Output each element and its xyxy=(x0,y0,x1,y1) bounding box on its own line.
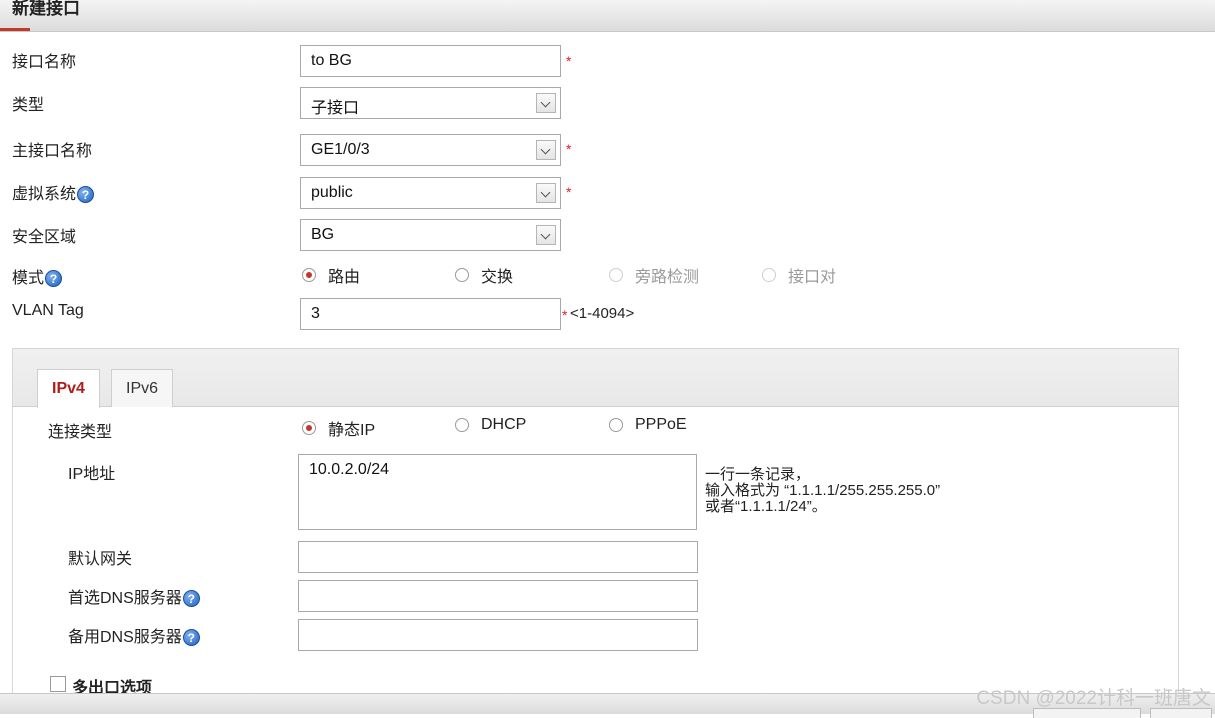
mode-option-bypass: 旁路检测 xyxy=(609,263,699,287)
parent-interface-required: * xyxy=(566,141,572,157)
mode-option-label: 旁路检测 xyxy=(635,269,700,286)
mode-option-switch[interactable]: 交换 xyxy=(455,263,513,287)
ip-address-label: IP地址 xyxy=(68,466,116,483)
conn-option-label: PPPoE xyxy=(635,416,687,433)
mode-option-label: 交换 xyxy=(481,269,514,286)
vsys-select[interactable]: public xyxy=(300,177,561,209)
vlan-tag-label: VLAN Tag xyxy=(12,302,84,319)
connection-type-label: 连接类型 xyxy=(48,424,113,441)
interface-name-input[interactable] xyxy=(300,45,561,77)
type-select-value: 子接口 xyxy=(311,100,360,117)
mode-option-label: 接口对 xyxy=(788,269,837,286)
primary-dns-input[interactable] xyxy=(298,580,698,612)
ip-address-textarea[interactable]: 10.0.2.0/24 xyxy=(298,454,697,530)
security-zone-label: 安全区域 xyxy=(12,229,77,246)
help-icon[interactable]: ? xyxy=(182,629,200,647)
hint-line: 一行一条记录， xyxy=(705,466,811,483)
vsys-label-text: 虚拟系统 xyxy=(12,186,77,203)
mode-option-interface-pair: 接口对 xyxy=(762,263,836,287)
ip-settings-panel: IPv4 IPv6 xyxy=(12,348,1179,714)
primary-dns-label: 首选DNS服务器? xyxy=(68,584,200,608)
dialog-title: 新建接口 xyxy=(12,0,80,18)
radio-button-checked[interactable] xyxy=(302,268,316,282)
secondary-dns-input[interactable] xyxy=(298,619,698,651)
title-accent-mark xyxy=(0,28,30,31)
interface-name-required: * xyxy=(566,53,572,69)
help-icon[interactable]: ? xyxy=(182,590,200,608)
parent-interface-select[interactable]: GE1/0/3 xyxy=(300,134,561,166)
chevron-down-icon[interactable] xyxy=(536,183,556,203)
tab-strip: IPv4 IPv6 xyxy=(13,349,1178,408)
chevron-down-icon[interactable] xyxy=(536,225,556,245)
secondary-dns-label: 备用DNS服务器? xyxy=(68,623,200,647)
secondary-dns-label-text: 备用DNS服务器 xyxy=(68,629,182,646)
vsys-select-value: public xyxy=(311,184,353,201)
chevron-down-icon[interactable] xyxy=(536,93,556,113)
ip-address-hint: 一行一条记录， 输入格式为 “1.1.1.1/255.255.255.0” 或者“1… xyxy=(705,467,940,515)
mode-option-route[interactable]: 路由 xyxy=(302,263,360,287)
primary-dns-label-text: 首选DNS服务器 xyxy=(68,590,182,607)
conn-option-pppoe[interactable]: PPPoE xyxy=(609,416,687,434)
parent-interface-label: 主接口名称 xyxy=(12,143,93,160)
tab-ipv6[interactable]: IPv6 xyxy=(111,369,174,407)
watermark: CSDN @2022计科一班唐文 xyxy=(976,688,1211,709)
parent-interface-value: GE1/0/3 xyxy=(311,141,370,158)
radio-button-disabled xyxy=(762,268,776,282)
dialog-title-bar: 新建接口 xyxy=(0,0,1215,32)
conn-option-label: 静态IP xyxy=(328,422,376,439)
security-zone-value: BG xyxy=(311,226,335,243)
mode-option-label: 路由 xyxy=(328,269,361,286)
vsys-required: * xyxy=(566,184,572,200)
vlan-tag-input[interactable] xyxy=(300,298,561,330)
vlan-tag-range: <1-4094> xyxy=(570,305,635,322)
radio-button-checked[interactable] xyxy=(302,421,316,435)
help-icon[interactable]: ? xyxy=(45,270,63,288)
conn-option-dhcp[interactable]: DHCP xyxy=(455,416,526,434)
radio-button[interactable] xyxy=(455,418,469,432)
mode-label: 模式? xyxy=(12,264,63,288)
security-zone-select[interactable]: BG xyxy=(300,219,561,251)
hint-line: 或者“1.1.1.1/24”。 xyxy=(705,498,827,515)
type-select[interactable]: 子接口 xyxy=(300,87,561,119)
conn-option-label: DHCP xyxy=(481,416,527,433)
vsys-label: 虚拟系统? xyxy=(12,180,95,204)
hint-line: 输入格式为 “1.1.1.1/255.255.255.0” xyxy=(705,482,941,499)
tab-ipv4[interactable]: IPv4 xyxy=(37,369,100,408)
default-gateway-label: 默认网关 xyxy=(68,551,133,568)
radio-button-disabled xyxy=(609,268,623,282)
conn-option-static[interactable]: 静态IP xyxy=(302,416,375,440)
chevron-down-icon[interactable] xyxy=(536,140,556,160)
default-gateway-input[interactable] xyxy=(298,541,698,573)
mode-label-text: 模式 xyxy=(12,270,45,287)
type-label: 类型 xyxy=(12,97,45,114)
vlan-tag-required: * xyxy=(562,307,568,323)
radio-button[interactable] xyxy=(455,268,469,282)
help-icon[interactable]: ? xyxy=(77,186,95,204)
interface-name-label: 接口名称 xyxy=(12,54,77,71)
multi-exit-checkbox[interactable] xyxy=(50,676,66,692)
radio-button[interactable] xyxy=(609,418,623,432)
